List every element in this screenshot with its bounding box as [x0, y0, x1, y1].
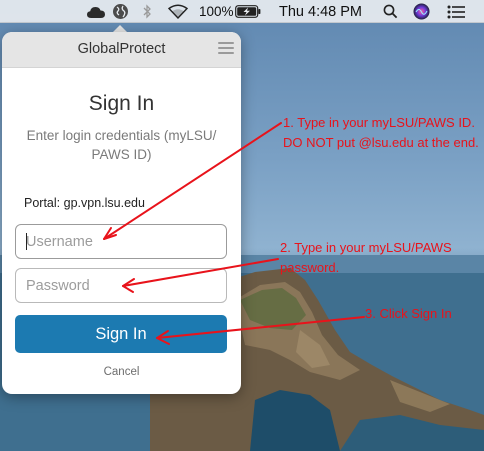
annotation-step-2: 2. Type in your myLSU/PAWS password.: [280, 240, 452, 275]
annotation-step-3: 3. Click Sign In: [365, 306, 452, 321]
annotation-step-1: 1. Type in your myLSU/PAWS ID. DO NOT pu…: [283, 115, 479, 150]
arrow-to-username: [103, 122, 282, 240]
arrow-to-password: [122, 258, 279, 287]
arrow-to-signin: [156, 316, 365, 339]
annotation-arrows: [103, 122, 365, 345]
